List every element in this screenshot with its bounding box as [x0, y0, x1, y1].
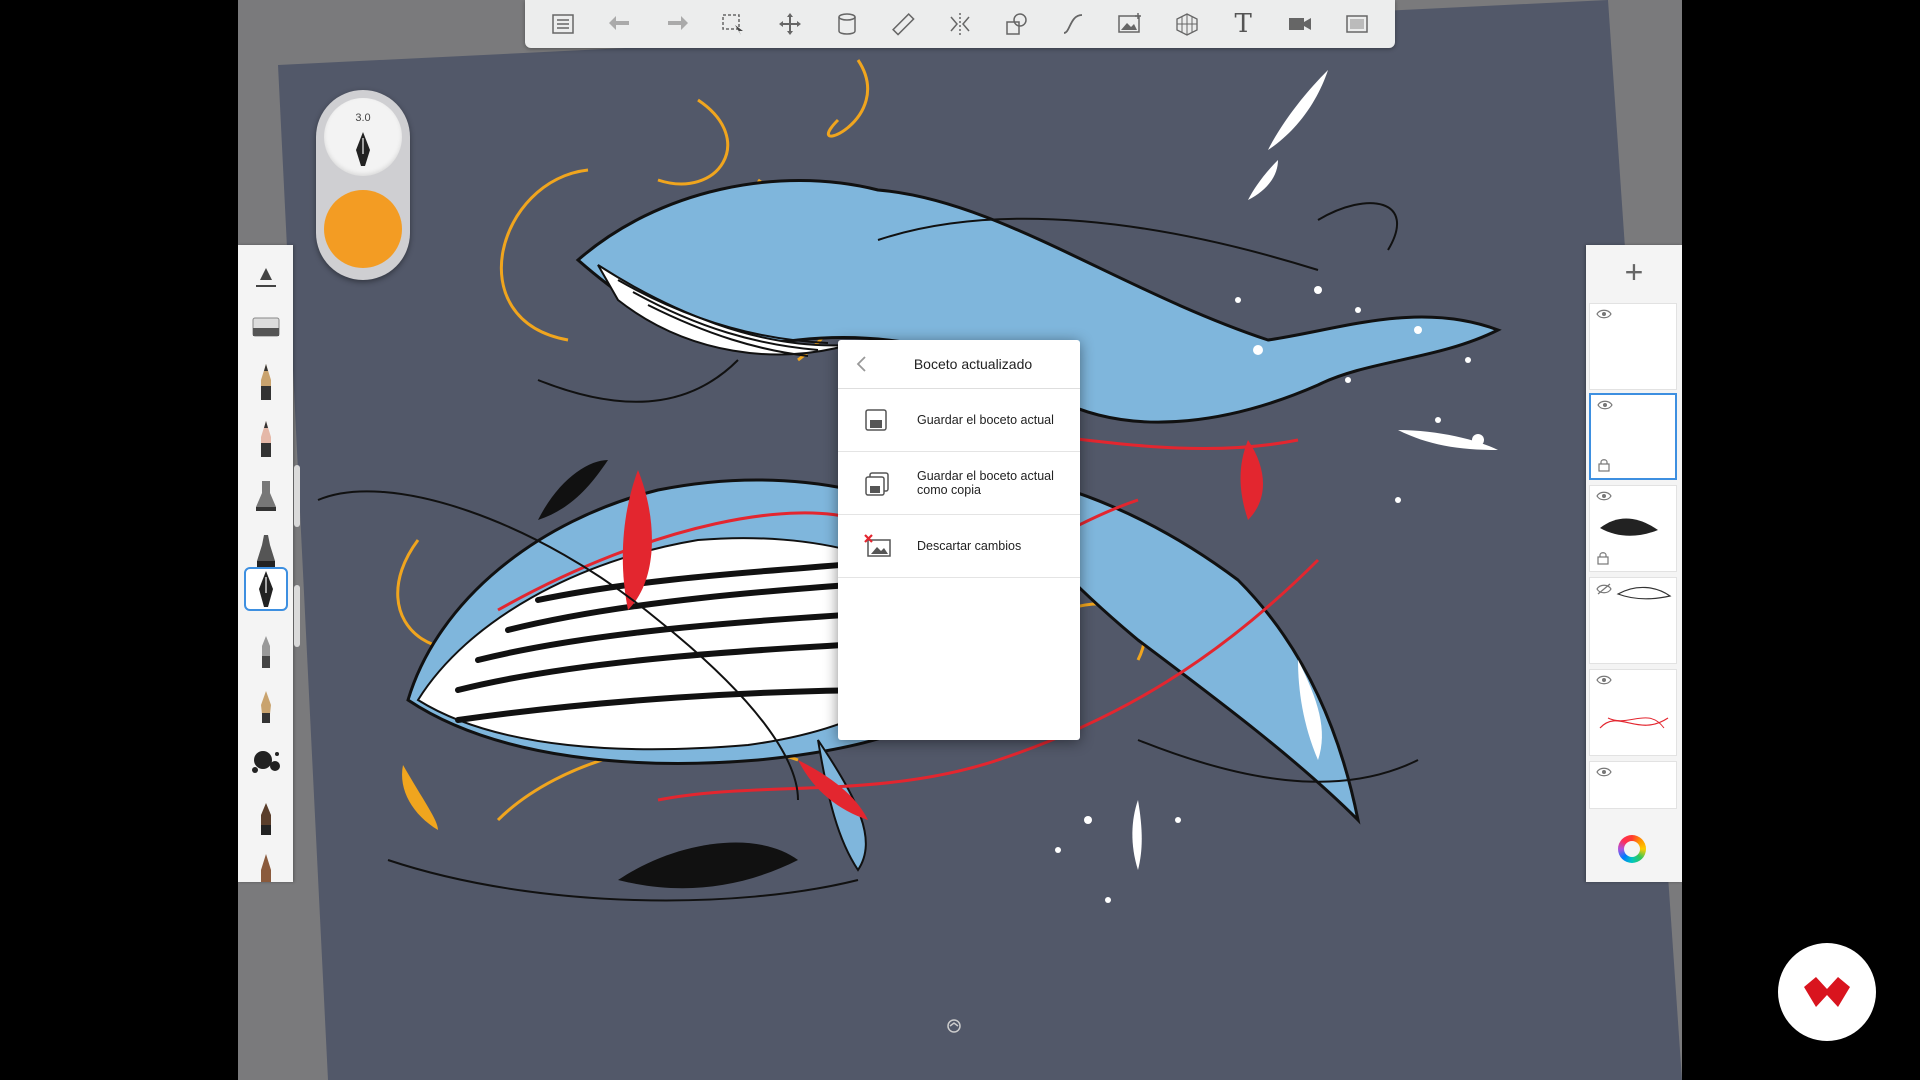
save-sketch-copy-item[interactable]: Guardar el boceto actual como copia — [838, 452, 1080, 515]
ink-pen-brush-icon[interactable] — [244, 567, 288, 611]
menu-icon[interactable] — [545, 6, 581, 42]
sync-icon[interactable] — [946, 1018, 962, 1034]
ruler-brush-icon[interactable] — [244, 257, 288, 301]
shapes-icon[interactable] — [999, 6, 1035, 42]
eye-icon[interactable] — [1596, 767, 1612, 777]
layer-thumbnail-4[interactable] — [1589, 577, 1677, 664]
popup-header: Boceto actualizado — [838, 340, 1080, 389]
layer-thumbnail-6[interactable] — [1589, 761, 1677, 809]
save-sketch-copy-label: Guardar el boceto actual como copia — [917, 469, 1054, 497]
sketchbook-app: T 3.0 + Boceto actualizado Guardar el bo… — [238, 0, 1682, 1080]
image-icon[interactable] — [1112, 6, 1148, 42]
pencil-2-icon[interactable] — [244, 417, 288, 461]
eraser-icon[interactable] — [244, 305, 288, 349]
save-icon — [865, 409, 887, 431]
brand-logo-icon — [1804, 977, 1850, 1007]
perspective-icon[interactable] — [1169, 6, 1205, 42]
fullscreen-icon[interactable] — [1339, 6, 1375, 42]
save-copy-icon — [865, 472, 889, 496]
popup-title: Boceto actualizado — [913, 356, 1033, 372]
palette-scroll-handle-2[interactable] — [294, 585, 300, 647]
top-toolbar: T — [525, 0, 1395, 48]
discard-icon — [864, 534, 891, 557]
eye-icon[interactable] — [1596, 491, 1612, 501]
palette-scroll-handle[interactable] — [294, 465, 300, 527]
brush-puck[interactable]: 3.0 — [316, 90, 410, 280]
symmetry-icon[interactable] — [942, 6, 978, 42]
record-icon[interactable] — [1282, 6, 1318, 42]
brush-palette — [238, 245, 300, 882]
chisel-icon[interactable] — [244, 845, 288, 889]
layer-thumbnail-3[interactable] — [1589, 485, 1677, 572]
layer-thumbnail-2[interactable] — [1589, 393, 1677, 480]
feather-thumbnail-art — [1616, 586, 1672, 600]
redo-icon[interactable] — [659, 6, 695, 42]
layer-thumbnail-5[interactable] — [1589, 669, 1677, 756]
splatter-icon[interactable] — [244, 739, 288, 783]
airbrush-icon[interactable] — [244, 473, 288, 517]
current-color-swatch[interactable] — [324, 190, 402, 268]
brand-logo — [1778, 943, 1876, 1041]
brush-size-value: 3.0 — [355, 112, 371, 124]
brush-size-control[interactable]: 3.0 — [324, 98, 402, 176]
text-tool-glyph: T — [1234, 9, 1252, 39]
add-layer-button[interactable]: + — [1586, 245, 1682, 299]
save-current-sketch-item[interactable]: Guardar el boceto actual — [838, 389, 1080, 452]
color-wheel-icon[interactable] — [1618, 835, 1646, 863]
layer-thumbnail-1[interactable] — [1589, 303, 1677, 390]
pencil-icon[interactable] — [244, 360, 288, 404]
transform-icon[interactable] — [772, 6, 808, 42]
save-current-sketch-label: Guardar el boceto actual — [917, 413, 1054, 427]
red-strokes-thumbnail-art — [1599, 717, 1669, 729]
discard-changes-label: Descartar cambios — [917, 539, 1022, 553]
lock-icon[interactable] — [1598, 458, 1610, 472]
leaf-thumbnail-art — [1600, 518, 1658, 536]
fill-icon[interactable] — [829, 6, 865, 42]
text-icon[interactable]: T — [1225, 6, 1261, 42]
eye-icon[interactable] — [1596, 309, 1612, 319]
sketch-updated-popup: Boceto actualizado Guardar el boceto act… — [838, 340, 1080, 740]
eye-icon[interactable] — [1597, 400, 1613, 410]
ruler-icon[interactable] — [885, 6, 921, 42]
undo-icon[interactable] — [602, 6, 638, 42]
selection-icon[interactable] — [715, 6, 751, 42]
paintbrush-icon[interactable] — [244, 797, 288, 841]
layers-panel: + — [1586, 245, 1682, 882]
eye-icon[interactable] — [1596, 675, 1612, 685]
lock-icon[interactable] — [1597, 551, 1609, 565]
felt-pen-icon[interactable] — [244, 630, 288, 674]
eye-hidden-icon[interactable] — [1596, 583, 1612, 595]
stroke-icon[interactable] — [1055, 6, 1091, 42]
discard-changes-item[interactable]: Descartar cambios — [838, 515, 1080, 578]
ink-pen-icon — [356, 132, 370, 166]
fountain-pen-icon[interactable] — [244, 685, 288, 729]
